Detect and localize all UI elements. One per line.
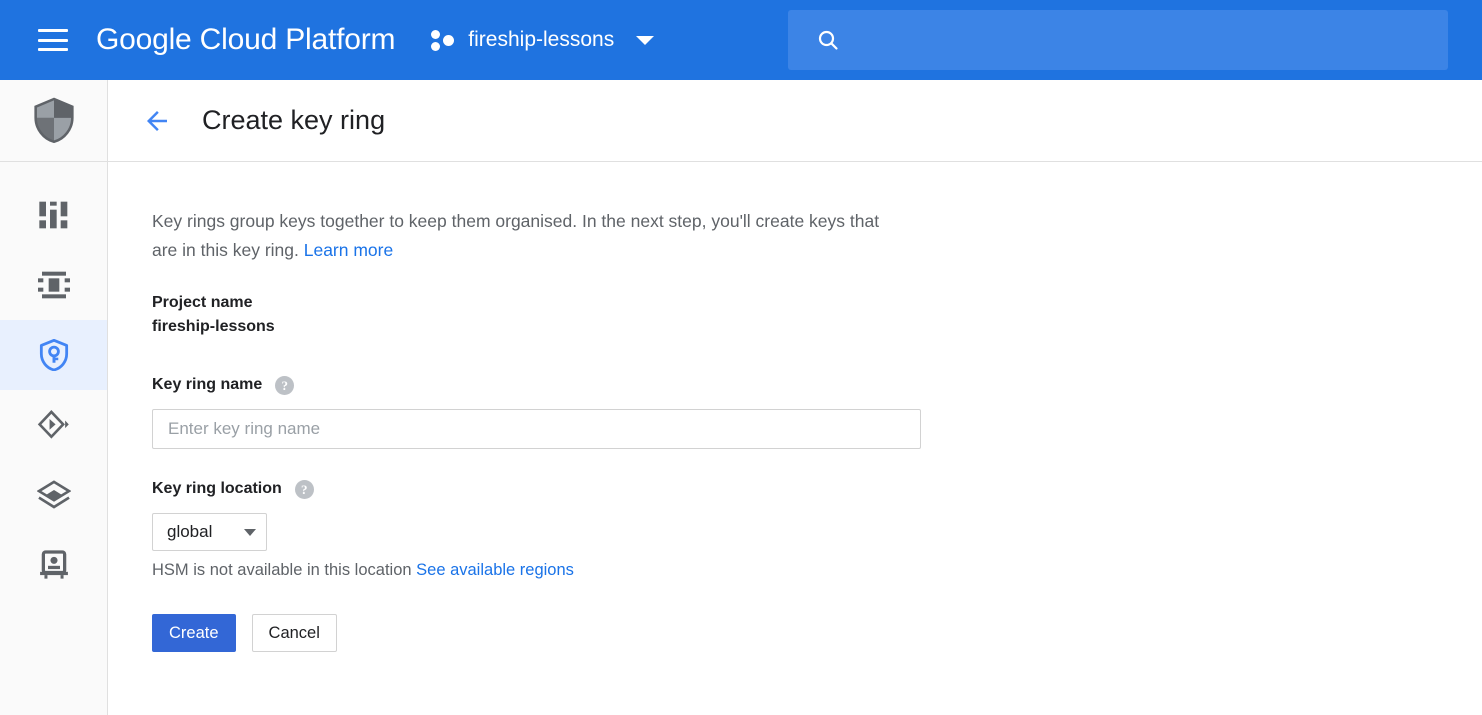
search-input[interactable]	[856, 30, 1428, 50]
key-ring-name-field: Key ring name ?	[152, 373, 1482, 449]
learn-more-link[interactable]: Learn more	[304, 240, 394, 260]
chevron-down-icon	[636, 36, 654, 45]
page-header: Create key ring	[108, 80, 1482, 162]
project-selector[interactable]: fireship-lessons	[430, 27, 654, 53]
project-name-value: fireship-lessons	[152, 315, 1482, 339]
key-ring-location-select[interactable]: global	[152, 513, 267, 551]
top-app-bar: Google Cloud Platform fireship-lessons	[0, 0, 1482, 80]
key-ring-location-selected-value: global	[167, 522, 212, 542]
key-ring-location-label: Key ring location	[152, 477, 282, 501]
see-available-regions-link[interactable]: See available regions	[416, 561, 574, 579]
key-ring-name-input[interactable]	[152, 409, 921, 449]
sidebar-item-identity[interactable]	[0, 250, 107, 320]
identity-platform-icon	[39, 550, 69, 580]
form-actions: Create Cancel	[152, 614, 1482, 652]
hamburger-bar	[38, 48, 68, 51]
data-loss-prevention-icon	[37, 409, 71, 441]
key-ring-name-label-row: Key ring name ?	[152, 373, 1482, 397]
hamburger-menu-icon[interactable]	[38, 29, 68, 51]
sidebar-item-identity-platform[interactable]	[0, 530, 107, 600]
sidebar-item-layers[interactable]	[0, 460, 107, 530]
sidebar-items	[0, 162, 107, 600]
key-ring-location-field: Key ring location ? global HSM is not av…	[152, 477, 1482, 580]
intro-text: Key rings group keys together to keep th…	[152, 207, 882, 265]
project-name-field: Project name fireship-lessons	[152, 291, 1482, 339]
sidebar-item-dashboard[interactable]	[0, 180, 107, 250]
search-bar[interactable]	[788, 10, 1448, 70]
page-title: Create key ring	[202, 105, 385, 136]
cancel-button[interactable]: Cancel	[252, 614, 337, 652]
brand-title[interactable]: Google Cloud Platform	[96, 23, 395, 57]
sidebar-item-data-loss-prevention[interactable]	[0, 390, 107, 460]
project-dots-icon	[430, 27, 456, 53]
chip-iam-icon	[38, 271, 70, 299]
layers-icon	[37, 480, 71, 510]
sidebar-item-key-management[interactable]	[0, 320, 107, 390]
key-ring-location-label-row: Key ring location ?	[152, 477, 1482, 501]
chevron-down-icon	[244, 529, 256, 536]
shield-key-icon	[39, 339, 69, 371]
hamburger-bar	[38, 29, 68, 32]
help-circle-icon[interactable]: ?	[295, 480, 314, 499]
help-circle-icon[interactable]: ?	[275, 376, 294, 395]
security-shield-icon	[32, 97, 76, 145]
hsm-hint: HSM is not available in this location Se…	[152, 561, 1482, 580]
dashboard-grid-icon	[38, 200, 70, 230]
project-selector-label: fireship-lessons	[468, 28, 614, 52]
intro-text-body: Key rings group keys together to keep th…	[152, 211, 879, 260]
search-icon	[816, 28, 840, 52]
create-button[interactable]: Create	[152, 614, 236, 652]
project-name-label: Project name	[152, 291, 1482, 315]
key-ring-name-label: Key ring name	[152, 373, 262, 397]
sidebar-icon-rail	[0, 80, 108, 715]
sidebar-header[interactable]	[0, 80, 107, 162]
hsm-hint-text: HSM is not available in this location	[152, 561, 416, 579]
main-content: Key rings group keys together to keep th…	[108, 162, 1482, 715]
back-arrow-icon[interactable]	[142, 106, 172, 136]
hamburger-bar	[38, 39, 68, 42]
